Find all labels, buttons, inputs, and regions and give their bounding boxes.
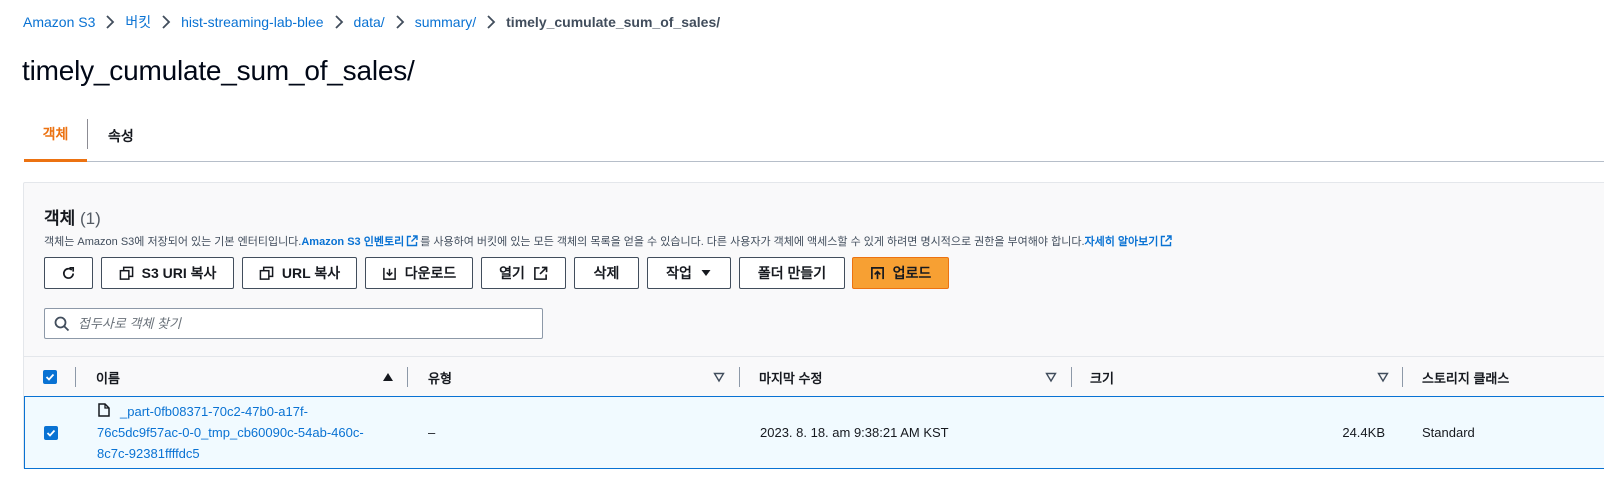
column-separator[interactable] (1402, 367, 1403, 387)
breadcrumb-current: timely_cumulate_sum_of_sales/ (506, 14, 721, 30)
search-input[interactable] (78, 316, 518, 331)
breadcrumb-data[interactable]: data/ (354, 14, 385, 30)
external-link-icon (533, 266, 548, 280)
chevron-right-icon (476, 15, 506, 29)
download-icon (382, 267, 396, 280)
file-name-line-3: 8c7c-92381ffffdc5 (97, 446, 200, 461)
column-separator (75, 367, 76, 387)
chevron-right-icon (385, 15, 415, 29)
panel-title: 객체 (44, 209, 76, 228)
refresh-button[interactable] (44, 257, 93, 289)
description-text-2: 를 사용하여 버킷에 있는 모든 객체의 목록을 얻을 수 있습니다. 다른 사… (420, 236, 1085, 248)
tab-divider (87, 119, 88, 149)
objects-panel: 객체 (1) 객체는 Amazon S3에 저장되어 있는 기본 엔터티입니다.… (23, 182, 1604, 469)
tab-objects[interactable]: 객체 (24, 109, 87, 162)
copy-url-button[interactable]: URL 복사 (242, 257, 357, 289)
row-checkbox[interactable] (44, 426, 58, 440)
cell-last-modified: 2023. 8. 18. am 9:38:21 AM KST (760, 425, 949, 440)
upload-button[interactable]: 업로드 (852, 257, 949, 289)
upload-label: 업로드 (892, 265, 932, 281)
copy-icon (259, 266, 274, 280)
cell-size: 24.4KB (1342, 425, 1385, 440)
table-row[interactable]: _part-0fb08371-70c2-47b0-a17f- 76c5dc9f5… (24, 396, 1604, 469)
file-name-link[interactable]: _part-0fb08371-70c2-47b0-a17f- 76c5dc9f5… (97, 401, 397, 464)
column-header-type[interactable]: 유형 (428, 357, 452, 397)
column-header-modified[interactable]: 마지막 수정 (759, 357, 822, 397)
column-separator[interactable] (407, 367, 408, 387)
tab-bar: 객체 속성 (24, 109, 1604, 162)
open-button[interactable]: 열기 (481, 257, 566, 289)
breadcrumb-bucket[interactable]: hist-streaming-lab-blee (181, 14, 323, 30)
delete-button[interactable]: 삭제 (574, 257, 639, 289)
sort-icon[interactable] (713, 371, 725, 383)
panel-heading: 객체 (1) (44, 204, 101, 229)
cell-storage-class: Standard (1422, 425, 1475, 440)
chevron-right-icon (151, 15, 181, 29)
delete-label: 삭제 (593, 265, 620, 281)
sort-ascending-icon[interactable] (382, 371, 394, 383)
panel-description: 객체는 Amazon S3에 저장되어 있는 기본 엔터티입니다. Amazon… (44, 233, 1174, 249)
file-name-line-1: _part-0fb08371-70c2-47b0-a17f- (120, 404, 308, 419)
copy-icon (119, 266, 133, 280)
chevron-right-icon (324, 15, 354, 29)
download-button[interactable]: 다운로드 (365, 257, 473, 289)
create-folder-button[interactable]: 폴더 만들기 (739, 257, 845, 289)
caret-down-icon (701, 270, 711, 276)
description-text-1: 객체는 Amazon S3에 저장되어 있는 기본 엔터티입니다. (44, 236, 302, 248)
external-link-icon (1161, 235, 1173, 247)
column-separator[interactable] (1071, 367, 1072, 387)
column-header-size[interactable]: 크기 (1090, 357, 1114, 397)
copy-url-label: URL 복사 (281, 265, 341, 281)
refresh-icon (63, 266, 75, 279)
chevron-right-icon (95, 15, 125, 29)
external-link-icon (406, 235, 418, 247)
breadcrumb-amazon-s3[interactable]: Amazon S3 (23, 14, 95, 30)
object-count: (1) (80, 209, 101, 228)
upload-icon (870, 266, 884, 279)
search-box (44, 308, 543, 339)
select-all-checkbox[interactable] (43, 370, 57, 384)
copy-s3-uri-button[interactable]: S3 URI 복사 (101, 257, 234, 289)
sort-icon[interactable] (1045, 371, 1057, 383)
inventory-link[interactable]: Amazon S3 인벤토리 (301, 233, 404, 249)
breadcrumb-buckets[interactable]: 버킷 (125, 12, 151, 32)
download-label: 다운로드 (404, 265, 457, 281)
open-label: 열기 (499, 265, 525, 281)
page-title: timely_cumulate_sum_of_sales/ (22, 55, 415, 86)
column-header-storage-class[interactable]: 스토리지 클래스 (1422, 357, 1509, 397)
actions-label: 작업 (666, 265, 692, 281)
sort-icon[interactable] (1377, 371, 1389, 383)
learn-more-link[interactable]: 자세히 알아보기 (1085, 233, 1159, 249)
checkmark-icon (46, 429, 56, 437)
column-separator[interactable] (739, 367, 740, 387)
tab-properties[interactable]: 속성 (108, 109, 134, 162)
actions-dropdown[interactable]: 작업 (647, 257, 731, 289)
file-name-line-2: 76c5dc9f57ac-0-0_tmp_cb60090c-54ab-460c- (97, 425, 364, 440)
breadcrumb-summary[interactable]: summary/ (415, 14, 476, 30)
create-folder-label: 폴더 만들기 (757, 265, 827, 281)
search-icon (54, 316, 70, 331)
breadcrumb: Amazon S3 버킷 hist-streaming-lab-blee dat… (23, 13, 720, 31)
checkmark-icon (45, 373, 55, 381)
column-header-name[interactable]: 이름 (96, 357, 120, 397)
cell-type: – (428, 425, 436, 440)
table-header: 이름 유형 마지막 수정 크기 스토리지 클래스 (24, 356, 1604, 396)
copy-s3-uri-label: S3 URI 복사 (141, 265, 217, 281)
